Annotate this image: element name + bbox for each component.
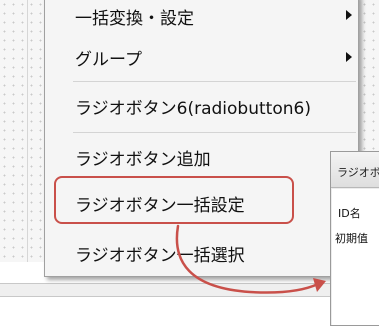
canvas-guide-line [27,0,28,262]
menu-item-label: 一括変換・設定 [75,8,194,29]
dialog-title: ラジオボ [331,152,379,188]
menu-item-label: グループ [75,49,142,70]
menu-item-bulk-select[interactable]: ラジオボタン一括選択 [45,231,358,275]
id-label: ID名 [338,207,361,220]
context-menu: 一括変換・設定 グループ ラジオボタン6(radiobutton6) ラジオボタ… [44,0,359,277]
radiobutton-settings-dialog: ラジオボ ID名 初期值 [330,151,379,326]
menu-item-label: ラジオボタン追加 [75,149,211,170]
submenu-arrow-icon [346,52,352,62]
dialog-body: ID名 初期值 [332,189,379,325]
menu-item-label: ラジオボタン一括選択 [75,245,245,266]
menu-separator [73,81,356,82]
menu-item-radiobutton6[interactable]: ラジオボタン6(radiobutton6) [45,84,358,128]
menu-item-add-radiobutton[interactable]: ラジオボタン追加 [45,135,358,179]
annotation-highlight [54,176,294,224]
menu-separator [73,132,356,133]
menu-item-group[interactable]: グループ [45,35,358,79]
menu-item-bulk-convert[interactable]: 一括変換・設定 [45,0,358,35]
initial-value-label: 初期值 [335,232,368,245]
horizontal-scrollbar[interactable] [0,283,330,297]
menu-item-label: ラジオボタン6(radiobutton6) [75,98,311,119]
submenu-arrow-icon [346,10,352,20]
